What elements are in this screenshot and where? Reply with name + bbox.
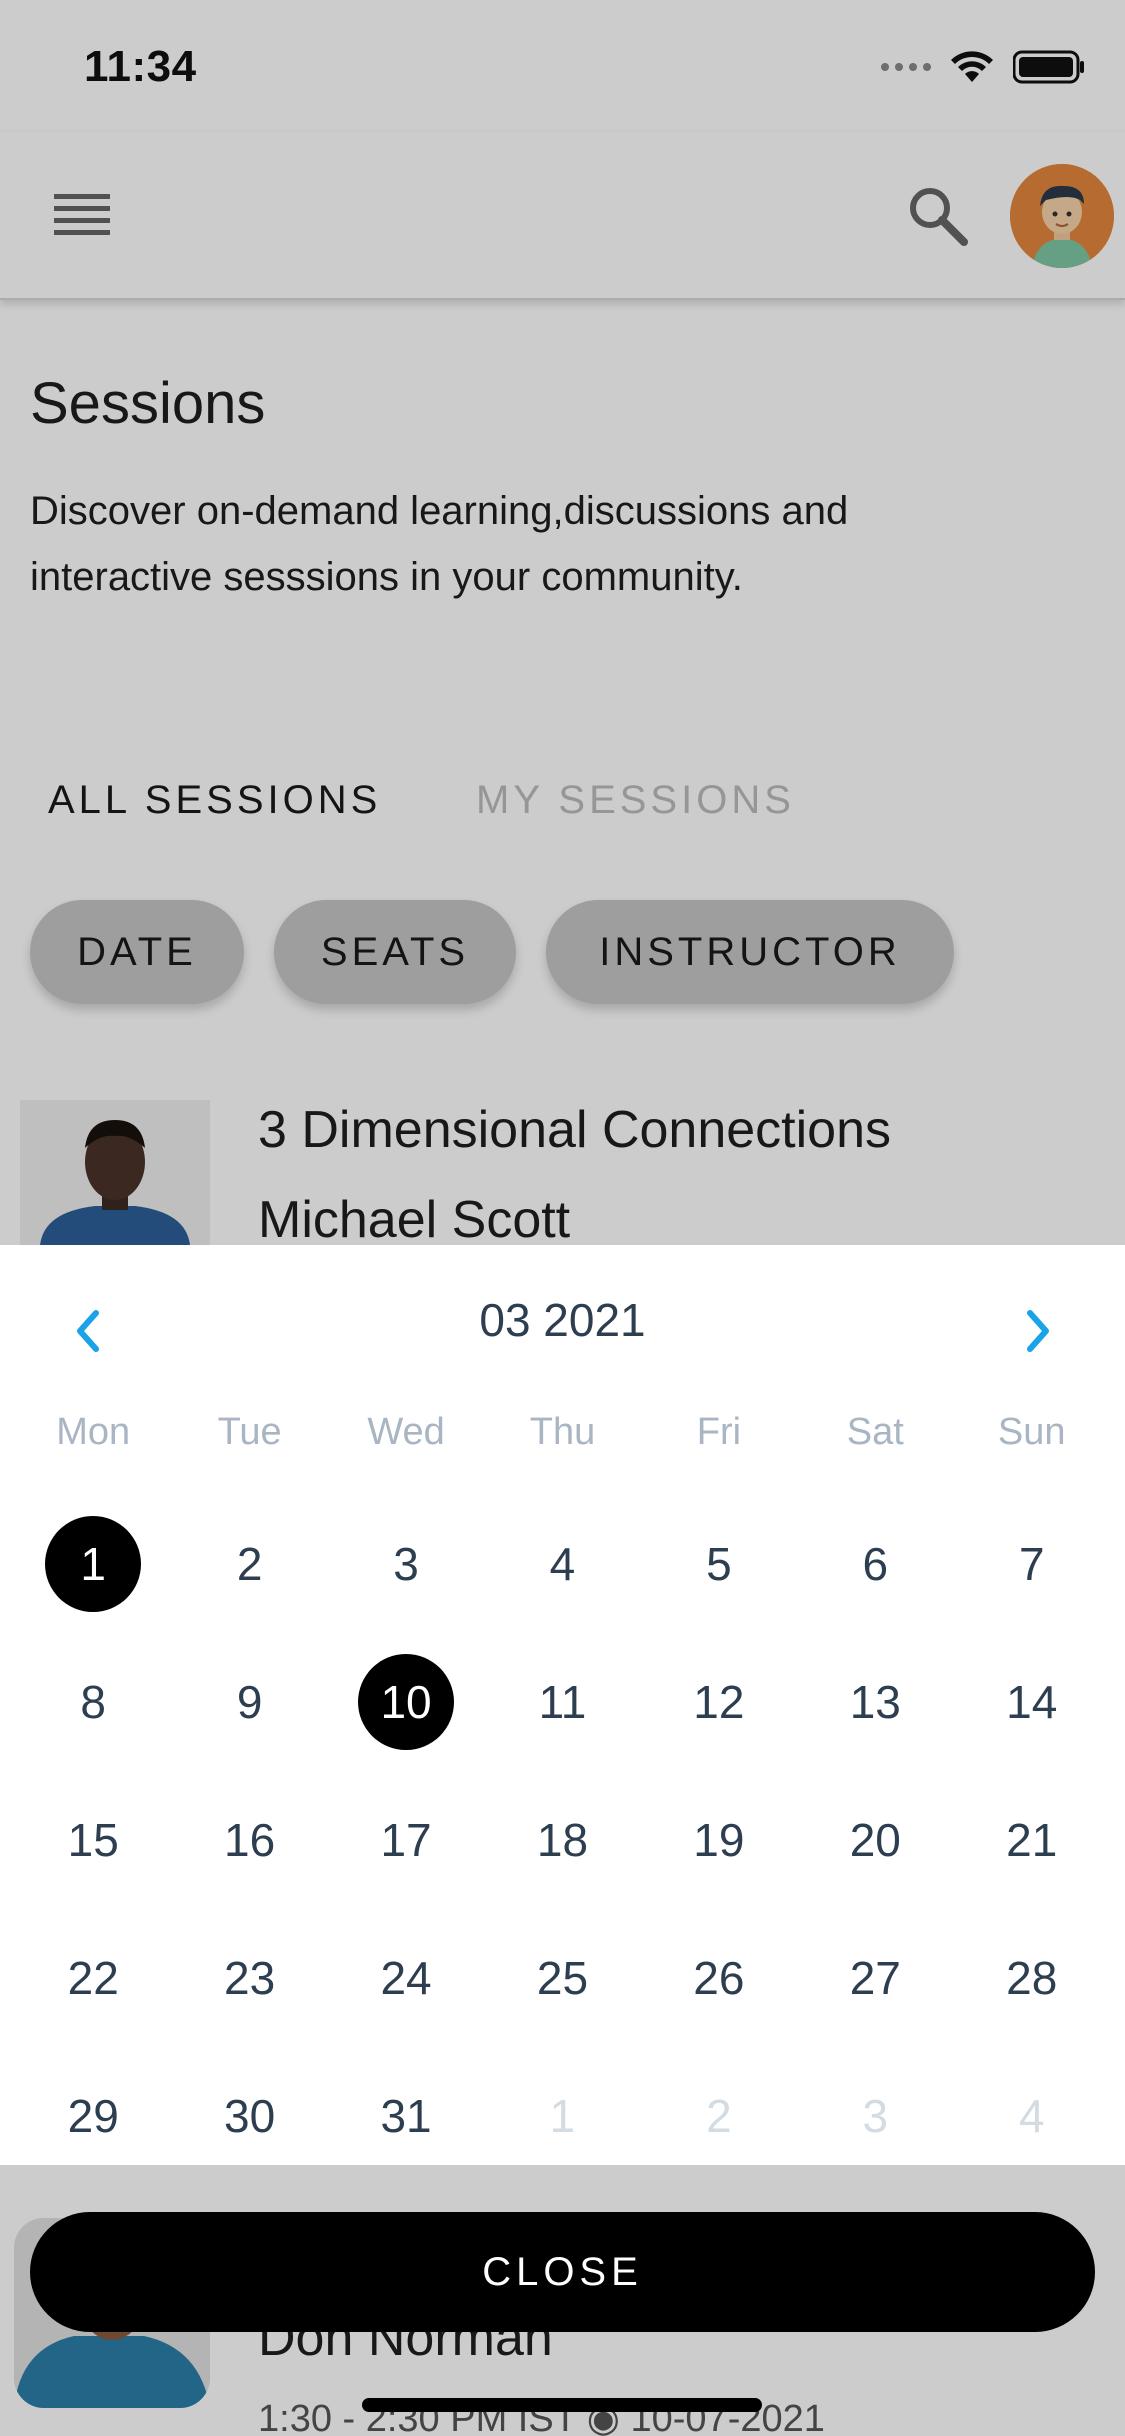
weekday-label: Sat <box>846 1411 904 1453</box>
calendar-day: 2 <box>641 2047 797 2185</box>
calendar-day-number: 29 <box>67 2090 119 2142</box>
calendar-day[interactable]: 22 <box>15 1909 171 2047</box>
calendar-day: 1 <box>484 2047 640 2185</box>
calendar-day[interactable]: 27 <box>797 1909 953 2047</box>
calendar-header: 03 2021 <box>0 1245 1125 1405</box>
calendar-day[interactable]: 15 <box>15 1771 171 1909</box>
calendar-week-row: 1 2 3 4 5 6 7 <box>15 1495 1110 1633</box>
calendar-day-number: 31 <box>380 2090 432 2142</box>
calendar-day-number: 24 <box>380 1952 432 2004</box>
calendar-day: 4 <box>954 2047 1110 2185</box>
calendar-day-number: 1 <box>45 1516 142 1612</box>
calendar-day-number: 2 <box>706 2090 732 2142</box>
calendar-day[interactable]: 31 <box>328 2047 484 2185</box>
weekday-label: Wed <box>367 1411 445 1453</box>
calendar-day[interactable]: 23 <box>171 1909 327 2047</box>
calendar-day-number: 8 <box>80 1676 106 1728</box>
weekday-label: Tue <box>217 1411 282 1453</box>
calendar-day[interactable]: 17 <box>328 1771 484 1909</box>
calendar-day-number: 16 <box>224 1814 276 1866</box>
calendar-day[interactable]: 21 <box>954 1771 1110 1909</box>
home-indicator <box>362 2398 762 2412</box>
calendar-day[interactable]: 30 <box>171 2047 327 2185</box>
calendar-day[interactable]: 29 <box>15 2047 171 2185</box>
calendar-day-number: 4 <box>549 1538 576 1590</box>
calendar-day[interactable]: 9 <box>171 1633 327 1771</box>
calendar-day-number: 22 <box>67 1952 119 2004</box>
calendar-day[interactable]: 16 <box>171 1771 327 1909</box>
calendar-day-number: 10 <box>358 1654 455 1750</box>
calendar-grid: 1 2 3 4 5 6 7 8 9 10 11 12 13 14 15 16 17 18 19 20 21 22 23 24 2… <box>0 1495 1125 2185</box>
calendar-day[interactable]: 19 <box>641 1771 797 1909</box>
calendar-day: 3 <box>797 2047 953 2185</box>
calendar-day[interactable]: 7 <box>954 1495 1110 1633</box>
calendar-day[interactable]: 11 <box>484 1633 640 1771</box>
close-button[interactable]: CLOSE <box>30 2212 1095 2332</box>
calendar-day[interactable]: 26 <box>641 1909 797 2047</box>
weekday-label: Fri <box>696 1411 742 1453</box>
calendar-day-number: 12 <box>693 1676 745 1728</box>
calendar-day-selected[interactable]: 1 <box>15 1495 171 1633</box>
calendar-day[interactable]: 28 <box>954 1909 1110 2047</box>
calendar-day[interactable]: 14 <box>954 1633 1110 1771</box>
calendar-week-row: 8 9 10 11 12 13 14 <box>15 1633 1110 1771</box>
calendar-day-number: 21 <box>1006 1814 1058 1866</box>
calendar-day-number: 26 <box>693 1952 745 2004</box>
weekday-label: Thu <box>529 1411 596 1453</box>
calendar-day[interactable]: 13 <box>797 1633 953 1771</box>
calendar-day[interactable]: 18 <box>484 1771 640 1909</box>
calendar-day-selected[interactable]: 10 <box>328 1633 484 1771</box>
calendar-day-number: 13 <box>849 1676 901 1728</box>
calendar-weekdays: Mon Tue Wed Thu Fri Sat Sun <box>0 1411 1125 1454</box>
calendar-day-number: 2 <box>236 1538 263 1590</box>
calendar-day[interactable]: 25 <box>484 1909 640 2047</box>
calendar-day[interactable]: 20 <box>797 1771 953 1909</box>
calendar-day-number: 18 <box>536 1814 589 1866</box>
weekday-label: Mon <box>56 1411 131 1453</box>
calendar-day-number: 15 <box>67 1814 119 1866</box>
date-picker-calendar: 03 2021 Mon Tue Wed Thu Fri Sat Sun 1234567891… <box>0 1245 1125 2165</box>
calendar-day-number: 20 <box>849 1814 901 1866</box>
calendar-day[interactable]: 5 <box>641 1495 797 1633</box>
calendar-day-number: 11 <box>538 1676 587 1728</box>
calendar-day-number: 19 <box>693 1814 745 1866</box>
calendar-month-label: 03 2021 <box>479 1294 646 1346</box>
calendar-week-row: 29 30 31 1 2 3 4 <box>15 2047 1110 2185</box>
chevron-right-icon[interactable] <box>1008 1303 1064 1359</box>
calendar-day-number: 3 <box>862 2090 889 2142</box>
calendar-day[interactable]: 4 <box>484 1495 640 1633</box>
calendar-day-number: 28 <box>1006 1952 1058 2004</box>
calendar-day[interactable]: 3 <box>328 1495 484 1633</box>
calendar-day-number: 25 <box>536 1952 589 2004</box>
calendar-day-number: 7 <box>1018 1538 1045 1590</box>
calendar-day-number: 5 <box>706 1538 732 1590</box>
calendar-day[interactable]: 8 <box>15 1633 171 1771</box>
calendar-day[interactable]: 6 <box>797 1495 953 1633</box>
calendar-week-row: 15 16 17 18 19 20 21 <box>15 1771 1110 1909</box>
calendar-day-number: 30 <box>224 2090 276 2142</box>
calendar-day-number: 4 <box>1018 2090 1045 2142</box>
calendar-day[interactable]: 24 <box>328 1909 484 2047</box>
calendar-day-number: 3 <box>393 1538 419 1590</box>
calendar-day-number: 1 <box>549 2090 576 2142</box>
weekday-label: Sun <box>997 1411 1066 1453</box>
calendar-day-number: 14 <box>1006 1676 1058 1728</box>
calendar-day-number: 27 <box>849 1952 901 2004</box>
calendar-day[interactable]: 2 <box>171 1495 327 1633</box>
calendar-day-number: 6 <box>862 1538 889 1590</box>
calendar-day[interactable]: 12 <box>641 1633 797 1771</box>
calendar-day-number: 23 <box>224 1952 276 2004</box>
calendar-week-row: 22 23 24 25 26 27 28 <box>15 1909 1110 2047</box>
calendar-day-number: 9 <box>236 1676 263 1728</box>
calendar-day-number: 17 <box>380 1814 432 1866</box>
